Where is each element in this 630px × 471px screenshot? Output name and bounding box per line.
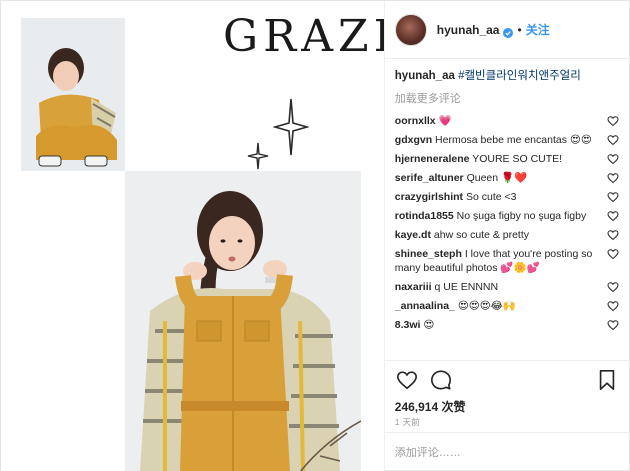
photo-small bbox=[21, 18, 125, 171]
comment-username[interactable]: shinee_steph bbox=[395, 248, 462, 260]
comment-body: So cute <3 bbox=[465, 191, 517, 203]
comment-username[interactable]: naxariii bbox=[395, 281, 432, 293]
bookmark-icon bbox=[599, 369, 615, 390]
comment-button[interactable] bbox=[429, 368, 453, 392]
like-comment-heart-icon[interactable] bbox=[607, 153, 619, 165]
comment-username[interactable]: rotinda1855 bbox=[395, 210, 454, 222]
follow-button[interactable]: 关注 bbox=[526, 21, 550, 38]
separator-dot: • bbox=[517, 22, 522, 37]
instagram-post-modal: GRAZIA bbox=[0, 0, 630, 471]
caption-username[interactable]: hyunah_aa bbox=[395, 70, 455, 82]
comments-list[interactable]: hyunah_aa #캘빈클라인워치앤주얼리 加载更多评论 oornxllx 💗… bbox=[385, 59, 629, 360]
comment-row: kaye.dt ahw so cute & pretty bbox=[395, 228, 619, 242]
caption-hashtag[interactable]: #캘빈클라인워치앤주얼리 bbox=[458, 70, 581, 82]
comment-row: serife_altuner Queen 🌹❤️ bbox=[395, 171, 619, 185]
comment-username[interactable]: hjerneneralene bbox=[395, 153, 470, 165]
comment-row: _annaalina_ 😍😍😍😂🙌 bbox=[395, 299, 619, 313]
comment-row: 8.3wi 😍 bbox=[395, 318, 619, 332]
comment-body: 💗 bbox=[438, 115, 452, 127]
action-bar bbox=[384, 360, 629, 398]
comment-username[interactable]: oornxllx bbox=[395, 115, 436, 127]
comment-body: YOURE SO CUTE! bbox=[472, 153, 563, 165]
like-button[interactable] bbox=[395, 368, 419, 392]
verified-badge-icon bbox=[503, 25, 514, 38]
comment-username[interactable]: crazygirlshint bbox=[395, 191, 463, 203]
sparkle-icon bbox=[246, 141, 270, 171]
comment-username[interactable]: 8.3wi bbox=[395, 319, 421, 331]
comment-body: 😍😍😍😂🙌 bbox=[457, 300, 517, 312]
heart-icon bbox=[396, 370, 417, 389]
comment-row: gdxgvn Hermosa bebe me encantas 😍😍 bbox=[395, 133, 619, 147]
post-side-panel: hyunah_aa • 关注 hyunah_aa #캘빈클라인워치앤주얼리 加载… bbox=[384, 1, 629, 471]
sparkle-icon bbox=[273, 97, 309, 157]
comment-row: naxariii q UE ENNNN bbox=[395, 280, 619, 294]
comment-username[interactable]: kaye.dt bbox=[395, 229, 431, 241]
post-timestamp: 1 天前 bbox=[394, 417, 421, 427]
comment-row: hjerneneralene YOURE SO CUTE! bbox=[395, 152, 619, 166]
photo-large bbox=[125, 171, 361, 471]
add-comment-input[interactable] bbox=[394, 446, 619, 459]
like-comment-heart-icon[interactable] bbox=[607, 229, 619, 241]
comment-username[interactable]: serife_altuner bbox=[395, 172, 464, 184]
save-button[interactable] bbox=[595, 368, 619, 392]
comment-body: 😍 bbox=[423, 319, 435, 331]
like-comment-heart-icon[interactable] bbox=[607, 172, 619, 184]
like-comment-heart-icon[interactable] bbox=[607, 248, 619, 260]
post-caption: hyunah_aa #캘빈클라인워치앤주얼리 bbox=[395, 69, 619, 84]
comment-body: Queen 🌹❤️ bbox=[466, 172, 528, 184]
comment-username[interactable]: gdxgvn bbox=[395, 134, 432, 146]
likes-count[interactable]: 246,914 次赞 bbox=[385, 398, 629, 414]
like-comment-heart-icon[interactable] bbox=[607, 210, 619, 222]
like-comment-heart-icon[interactable] bbox=[607, 134, 619, 146]
avatar[interactable] bbox=[394, 13, 427, 46]
magazine-logo: GRAZIA bbox=[223, 11, 384, 62]
like-comment-heart-icon[interactable] bbox=[607, 281, 619, 293]
comment-body: ahw so cute & pretty bbox=[433, 229, 530, 241]
comment-body: No şuga figby no şuga figby bbox=[456, 210, 587, 222]
like-comment-heart-icon[interactable] bbox=[607, 191, 619, 203]
header-username[interactable]: hyunah_aa bbox=[437, 23, 500, 37]
comment-row: shinee_steph I love that you're posting … bbox=[395, 247, 619, 275]
comment-row: oornxllx 💗 bbox=[395, 114, 619, 128]
comment-body: Hermosa bebe me encantas 😍😍 bbox=[435, 134, 592, 146]
comment-username[interactable]: _annaalina_ bbox=[395, 300, 455, 312]
comment-row: rotinda1855 No şuga figby no şuga figby bbox=[395, 209, 619, 223]
add-comment-bar bbox=[384, 432, 629, 471]
like-comment-heart-icon[interactable] bbox=[607, 115, 619, 127]
post-header: hyunah_aa • 关注 bbox=[384, 1, 629, 59]
comment-body: q UE ENNNN bbox=[434, 281, 499, 293]
comment-row: crazygirlshint So cute <3 bbox=[395, 190, 619, 204]
like-comment-heart-icon[interactable] bbox=[607, 319, 619, 331]
post-image[interactable]: GRAZIA bbox=[1, 1, 385, 471]
like-comment-heart-icon[interactable] bbox=[607, 300, 619, 312]
load-more-comments-button[interactable]: 加载更多评论 bbox=[395, 90, 619, 106]
comment-bubble-icon bbox=[430, 369, 451, 390]
